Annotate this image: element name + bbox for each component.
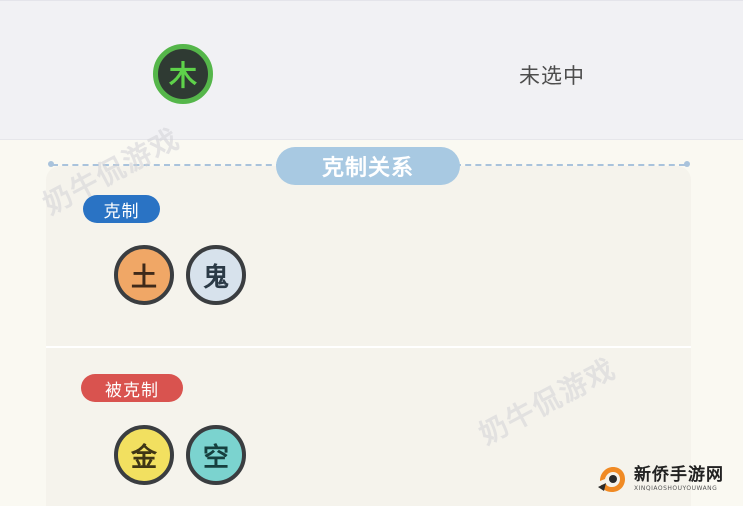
logo-icon [596, 463, 628, 495]
logo-title: 新侨手游网 [634, 464, 724, 485]
selection-status-text: 未选中 [519, 64, 585, 88]
earth-element-icon[interactable]: 土 [114, 245, 174, 305]
top-bar [0, 0, 743, 140]
section-title: 克制关系 [276, 147, 460, 185]
dot-marker-left [48, 161, 54, 167]
section-divider [46, 346, 691, 348]
dashed-divider-right [455, 164, 685, 166]
void-element-icon[interactable]: 空 [186, 425, 246, 485]
metal-element-icon[interactable]: 金 [114, 425, 174, 485]
dot-marker-right [684, 161, 690, 167]
site-logo: 新侨手游网 XINQIAOSHOUYOUWANG [596, 461, 736, 497]
logo-subtitle: XINQIAOSHOUYOUWANG [634, 484, 718, 492]
counter-label: 克制 [83, 195, 160, 223]
wood-element-icon[interactable]: 木 [153, 44, 213, 104]
ghost-element-icon[interactable]: 鬼 [186, 245, 246, 305]
countered-label: 被克制 [81, 374, 183, 402]
dashed-divider-left [52, 164, 282, 166]
